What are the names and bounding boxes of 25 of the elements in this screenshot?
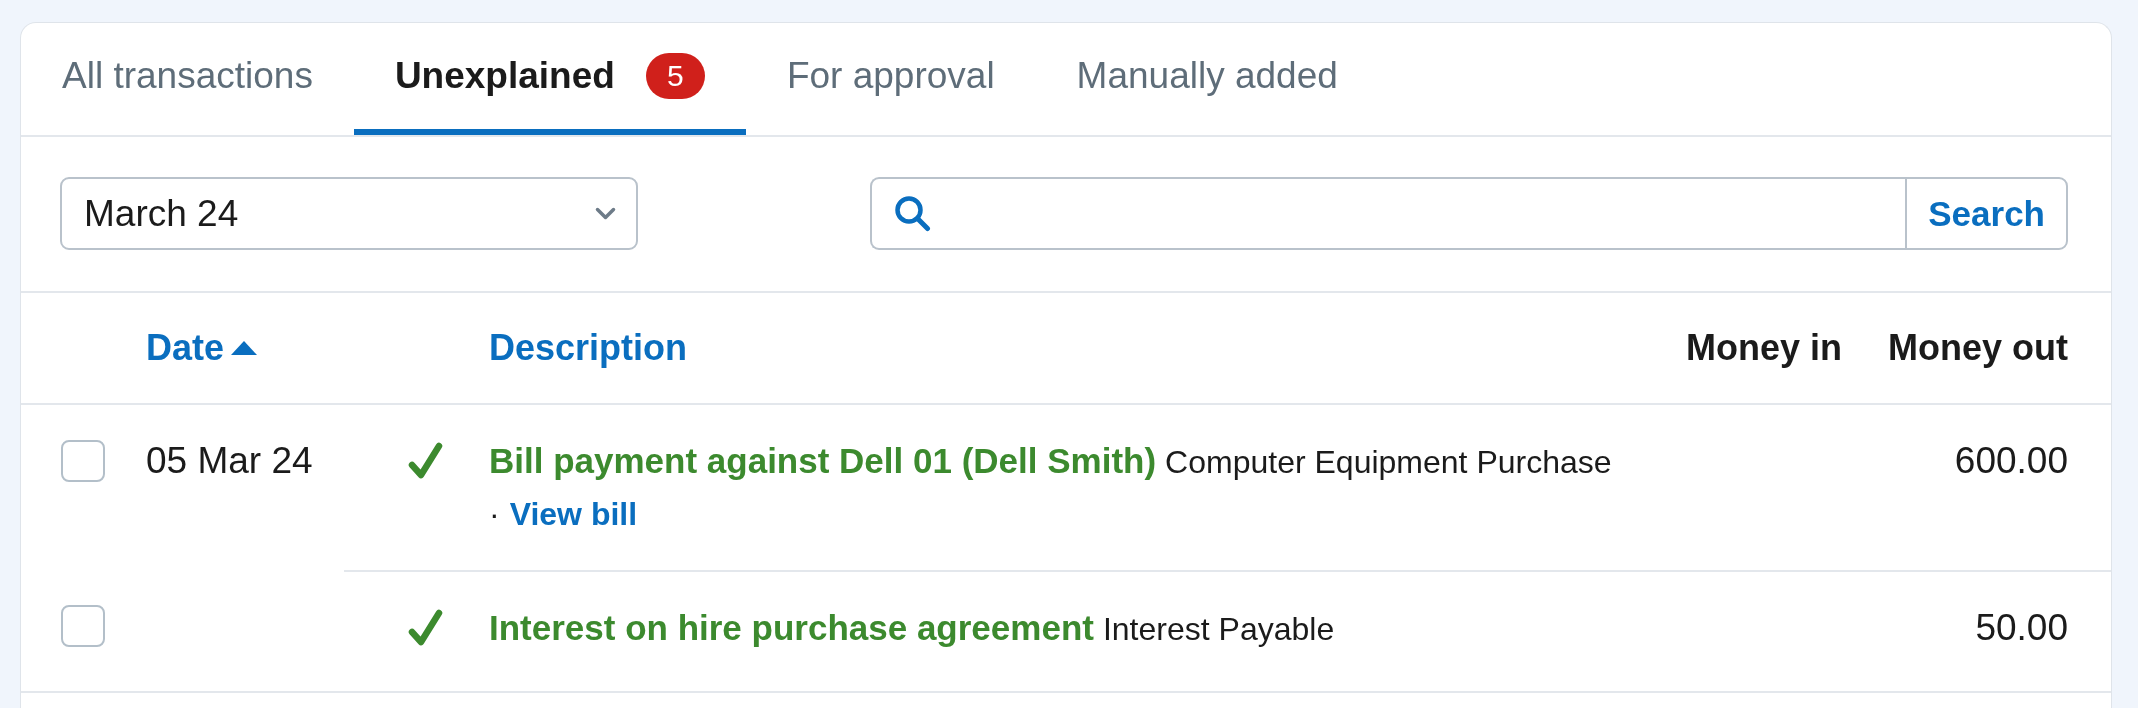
row-checkbox[interactable]	[61, 605, 105, 647]
search-button[interactable]: Search	[1905, 177, 2068, 250]
bullet-separator: ·	[489, 495, 500, 534]
description-column-header[interactable]: Description	[489, 327, 688, 369]
tab[interactable]: Manually added	[1035, 23, 1379, 135]
tab[interactable]: Unexplained 5	[353, 23, 746, 135]
column-header: Money in	[1686, 327, 1842, 369]
search-icon	[894, 195, 931, 232]
date-cell-text: 05 Mar 24	[146, 439, 313, 483]
amount-cell-text: 50.00	[1975, 606, 2068, 650]
category-label: Computer Equipment Purchase	[1165, 444, 1612, 480]
tab[interactable]: All transactions	[21, 23, 354, 135]
date-column-header[interactable]: Date	[146, 327, 258, 369]
period-dropdown[interactable]: March 24	[60, 177, 638, 250]
document-link[interactable]: View bill	[509, 491, 638, 537]
category-label: Interest Payable	[1102, 611, 1335, 647]
search-field[interactable]	[870, 177, 1906, 250]
column-header: Money out	[1888, 327, 2068, 369]
transaction-title: Interest on hire purchase agreement	[489, 608, 1094, 647]
transaction-title: Bill payment against Dell 01 (Dell Smith)	[489, 441, 1157, 480]
count-badge: 5	[645, 53, 705, 99]
amount-cell-text: 600.00	[1954, 439, 2068, 483]
row-checkbox[interactable]	[61, 440, 105, 482]
chevron-down-icon	[595, 207, 616, 220]
tab[interactable]: For approval	[745, 23, 1036, 135]
